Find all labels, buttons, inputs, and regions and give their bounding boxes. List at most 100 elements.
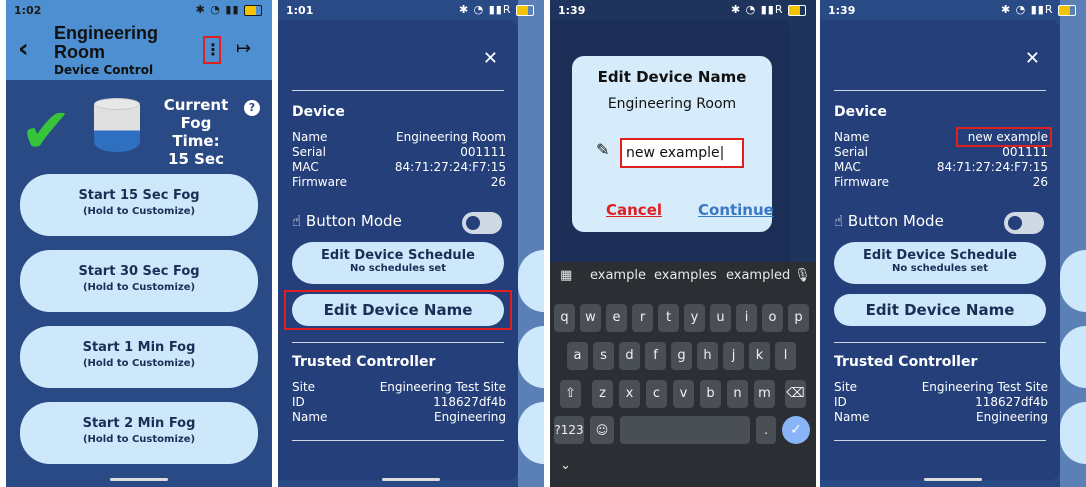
- apps-icon[interactable]: ▦: [560, 268, 572, 283]
- key-l[interactable]: l: [775, 342, 796, 370]
- logout-icon[interactable]: ↦: [236, 38, 251, 59]
- keyboard: ▦ example examples exampled 🎙 qwertyuiop…: [550, 262, 816, 487]
- space-key[interactable]: [620, 416, 750, 444]
- suggestion[interactable]: exampled: [726, 268, 790, 283]
- device-heading: Device: [292, 104, 345, 120]
- key-p[interactable]: p: [788, 304, 809, 332]
- start-fog-button-2min[interactable]: Start 2 Min Fog (Hold to Customize): [20, 402, 258, 464]
- status-icons: ✱ ◔ ▮▮R: [731, 3, 806, 16]
- name-input-value: new example: [626, 145, 720, 161]
- key-s[interactable]: s: [593, 342, 614, 370]
- key-r[interactable]: r: [632, 304, 653, 332]
- fog-button-sub: (Hold to Customize): [82, 282, 196, 293]
- key-z[interactable]: z: [592, 380, 613, 408]
- key: Name: [292, 130, 328, 144]
- status-time: 1:02: [14, 4, 42, 17]
- nav-handle: [110, 478, 168, 481]
- current-fog-time: Current Fog Time: 15 Sec: [156, 96, 236, 168]
- suggestion[interactable]: examples: [654, 268, 717, 283]
- hide-keyboard-icon[interactable]: ⌄: [560, 458, 571, 473]
- key-j[interactable]: j: [723, 342, 744, 370]
- schedule-title: Edit Device Schedule: [321, 248, 475, 263]
- key-b[interactable]: b: [700, 380, 721, 408]
- value: 118627df4b: [433, 395, 506, 409]
- edit-device-name-button[interactable]: Edit Device Name: [834, 294, 1046, 326]
- continue-button[interactable]: Continue: [698, 201, 774, 219]
- mic-icon[interactable]: 🎙: [794, 268, 811, 283]
- divider: [834, 342, 1046, 343]
- shift-key[interactable]: ⇧: [560, 380, 581, 408]
- trusted-heading: Trusted Controller: [292, 354, 436, 370]
- key-u[interactable]: u: [710, 304, 731, 332]
- value: 118627df4b: [975, 395, 1048, 409]
- fog-button-title: Start 2 Min Fog: [82, 416, 196, 431]
- fog-button-sub: (Hold to Customize): [82, 358, 196, 369]
- status-icons: ✱ ◔ ▮▮: [196, 3, 262, 16]
- fog-button-sub: (Hold to Customize): [82, 206, 196, 217]
- key: Site: [834, 380, 858, 394]
- close-icon[interactable]: ✕: [483, 48, 498, 69]
- start-fog-button-30s[interactable]: Start 30 Sec Fog (Hold to Customize): [20, 250, 258, 312]
- title-line-1: Engineering: [54, 23, 159, 43]
- key-m[interactable]: m: [754, 380, 775, 408]
- button-mode-text: Button Mode: [847, 212, 944, 230]
- status-time: 1:01: [286, 4, 314, 17]
- symbols-key[interactable]: ?123: [554, 416, 584, 444]
- battery-icon: [244, 4, 262, 16]
- start-fog-button-1min[interactable]: Start 1 Min Fog (Hold to Customize): [20, 326, 258, 388]
- key-g[interactable]: g: [671, 342, 692, 370]
- button-mode-label: ☝ Button Mode: [834, 212, 944, 230]
- key: ID: [834, 395, 847, 409]
- phone-edit-dialog: 1:39 ✱ ◔ ▮▮R Edit Device Name Engineerin…: [550, 0, 816, 487]
- key-w[interactable]: w: [580, 304, 601, 332]
- more-menu-icon[interactable]: ⋮: [203, 36, 221, 64]
- fog-button-title: Start 30 Sec Fog: [78, 264, 200, 279]
- backspace-key[interactable]: ⌫: [785, 380, 806, 408]
- key-v[interactable]: v: [673, 380, 694, 408]
- key: ID: [292, 395, 305, 409]
- key: Serial: [834, 145, 868, 159]
- key: MAC: [292, 160, 319, 174]
- button-mode-toggle[interactable]: [462, 212, 502, 234]
- value: 84:71:27:24:F7:15: [394, 160, 506, 174]
- key-x[interactable]: x: [619, 380, 640, 408]
- key-y[interactable]: y: [684, 304, 705, 332]
- emoji-key[interactable]: ☺: [590, 416, 614, 444]
- suggestion[interactable]: example: [590, 268, 646, 283]
- fog-button-title: Start 15 Sec Fog: [78, 188, 200, 203]
- page-subtitle: Device Control: [54, 63, 154, 77]
- key: Site: [292, 380, 316, 394]
- key-k[interactable]: k: [749, 342, 770, 370]
- divider: [292, 440, 504, 441]
- key-i[interactable]: i: [736, 304, 757, 332]
- highlight-box: [284, 290, 512, 330]
- key-o[interactable]: o: [762, 304, 783, 332]
- value: Engineering Room: [396, 130, 506, 144]
- key-e[interactable]: e: [606, 304, 627, 332]
- start-fog-button-15s[interactable]: Start 15 Sec Fog (Hold to Customize): [20, 174, 258, 236]
- status-icons: ✱ ◔ ▮▮R: [459, 3, 534, 16]
- key-a[interactable]: a: [567, 342, 588, 370]
- key-t[interactable]: t: [658, 304, 679, 332]
- key-d[interactable]: d: [619, 342, 640, 370]
- help-icon[interactable]: ?: [244, 100, 260, 116]
- key-n[interactable]: n: [727, 380, 748, 408]
- key-f[interactable]: f: [645, 342, 666, 370]
- enter-key[interactable]: ✓: [782, 416, 810, 444]
- name-input[interactable]: new example|: [620, 138, 744, 168]
- key-c[interactable]: c: [646, 380, 667, 408]
- phone-device-sheet-updated: 1:39 ✱ ◔ ▮▮R ✕ Device Name new example Se…: [820, 0, 1086, 487]
- edit-schedule-button[interactable]: Edit Device Schedule No schedules set: [292, 242, 504, 284]
- key-q[interactable]: q: [554, 304, 575, 332]
- status-time: 1:39: [828, 4, 856, 17]
- key-h[interactable]: h: [697, 342, 718, 370]
- button-mode-toggle[interactable]: [1004, 212, 1044, 234]
- close-icon[interactable]: ✕: [1025, 48, 1040, 69]
- back-arrow-icon[interactable]: ‹: [18, 34, 29, 64]
- cancel-button[interactable]: Cancel: [606, 201, 662, 219]
- checkmark-icon: ✔: [20, 94, 72, 167]
- edit-schedule-button[interactable]: Edit Device Schedule No schedules set: [834, 242, 1046, 284]
- value: 26: [490, 175, 506, 189]
- period-key[interactable]: .: [756, 416, 776, 444]
- trusted-heading: Trusted Controller: [834, 354, 978, 370]
